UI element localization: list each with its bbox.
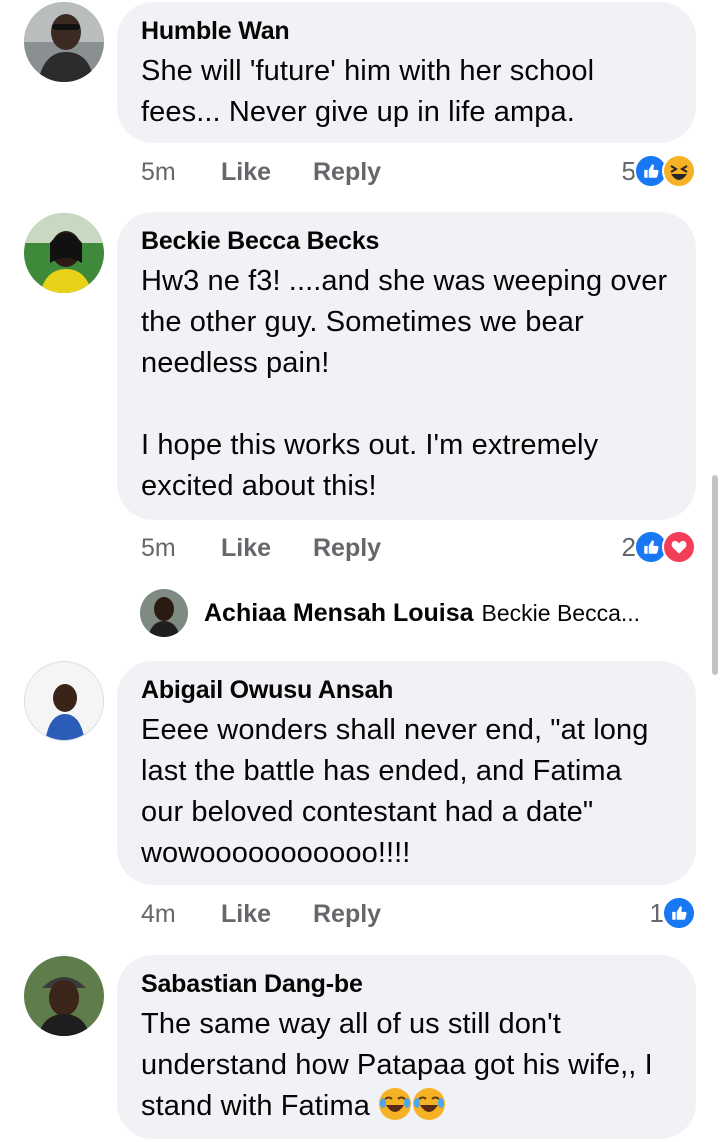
reactions[interactable]: 5 xyxy=(622,153,696,189)
comment-bubble: Beckie Becca Becks Hw3 ne f3! ....and sh… xyxy=(117,212,696,520)
avatar[interactable] xyxy=(24,956,104,1036)
reply-button[interactable]: Reply xyxy=(313,900,381,929)
comment-actions: 5m Like Reply xyxy=(141,155,381,189)
comment-text: Eeee wonders shall never end, "at long l… xyxy=(141,714,657,869)
haha-icon xyxy=(662,154,696,188)
reactions[interactable]: 2 xyxy=(622,529,696,565)
reply-preview-row[interactable]: Achiaa Mensah Louisa Beckie Becca... xyxy=(140,589,640,637)
like-icon xyxy=(662,896,696,930)
laughing-tears-emoji xyxy=(378,1087,412,1133)
comment-text: The same way all of us still don't under… xyxy=(141,1004,672,1133)
avatar[interactable] xyxy=(24,661,104,741)
comment-author[interactable]: Abigail Owusu Ansah xyxy=(141,675,672,705)
reactions[interactable]: 1 xyxy=(650,895,696,931)
comment-author[interactable]: Sabastian Dang-be xyxy=(141,969,672,999)
comment-text: Hw3 ne f3! ....and she was weeping over … xyxy=(141,265,668,502)
timestamp[interactable]: 5m xyxy=(141,534,221,563)
love-icon xyxy=(662,530,696,564)
scrollbar[interactable] xyxy=(712,475,718,675)
avatar[interactable] xyxy=(140,589,188,637)
comment-bubble: Abigail Owusu Ansah Eeee wonders shall n… xyxy=(117,661,696,885)
comment-author[interactable]: Humble Wan xyxy=(141,16,672,46)
like-button[interactable]: Like xyxy=(221,158,313,187)
comment-actions: 5m Like Reply xyxy=(141,531,381,565)
comment-text: She will 'future' him with her school fe… xyxy=(141,55,603,128)
timestamp[interactable]: 4m xyxy=(141,900,221,929)
comment-author[interactable]: Beckie Becca Becks xyxy=(141,226,672,256)
avatar[interactable] xyxy=(24,213,104,293)
avatar[interactable] xyxy=(24,2,104,82)
like-button[interactable]: Like xyxy=(221,534,313,563)
comment-bubble: Humble Wan She will 'future' him with he… xyxy=(117,2,696,143)
comment-bubble: Sabastian Dang-be The same way all of us… xyxy=(117,955,696,1139)
reply-preview-text: Beckie Becca... xyxy=(481,599,641,626)
timestamp[interactable]: 5m xyxy=(141,158,221,187)
reply-button[interactable]: Reply xyxy=(313,158,381,187)
reply-button[interactable]: Reply xyxy=(313,534,381,563)
reply-author[interactable]: Achiaa Mensah Louisa xyxy=(204,599,474,628)
laughing-tears-emoji xyxy=(412,1087,446,1133)
like-button[interactable]: Like xyxy=(221,900,313,929)
comment-actions: 4m Like Reply xyxy=(141,897,381,931)
